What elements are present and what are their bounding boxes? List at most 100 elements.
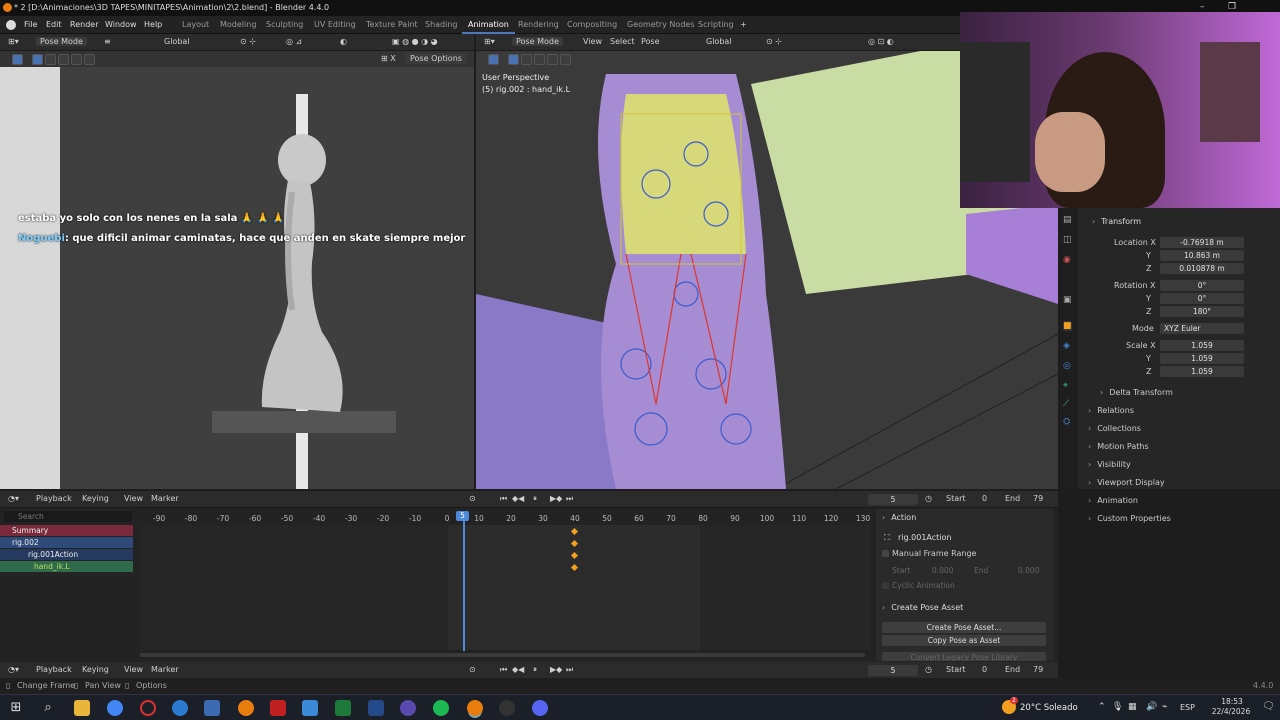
modifier-tab-icon[interactable]: ◈ xyxy=(1063,341,1070,351)
right-menu-select[interactable]: Select xyxy=(610,37,635,46)
select-extend-icon[interactable] xyxy=(45,54,56,65)
clock-icon[interactable]: ◷ xyxy=(925,494,932,503)
minimize-icon[interactable]: – xyxy=(1200,2,1205,12)
file-explorer-icon[interactable] xyxy=(74,700,90,716)
tab-scripting[interactable]: Scripting xyxy=(698,20,734,29)
scale-x-field[interactable]: 1.059 xyxy=(1160,340,1244,351)
timeline-frame-field[interactable]: 5 xyxy=(868,665,918,676)
snap-icon[interactable]: ⊙ ⊹ xyxy=(240,37,256,46)
tab-geometry-nodes[interactable]: Geometry Nodes xyxy=(627,20,694,29)
manual-range-checkbox[interactable] xyxy=(882,550,889,557)
create-pose-section-header[interactable]: Create Pose Asset xyxy=(882,603,963,612)
scale-z-field[interactable]: 1.059 xyxy=(1160,366,1244,377)
physics-tab-icon[interactable]: ◎ xyxy=(1063,361,1071,371)
tab-texture-paint[interactable]: Texture Paint xyxy=(366,20,418,29)
tab-animation[interactable]: Animation xyxy=(462,20,515,34)
pt-app-icon[interactable] xyxy=(335,700,351,716)
select-box-icon[interactable] xyxy=(32,54,43,65)
world-tab-icon[interactable]: ▣ xyxy=(1063,295,1072,305)
menu-edit[interactable]: Edit xyxy=(46,20,62,29)
weather-text[interactable]: 20°C Soleado xyxy=(1020,703,1078,713)
shading-mode-icons[interactable]: ▣ ◍ ● ◑ ◕ xyxy=(392,37,438,46)
timeline-next-key-icon[interactable]: ▶◆ xyxy=(550,665,562,674)
rotation-z-field[interactable]: 180° xyxy=(1160,306,1244,317)
right-menu-pose[interactable]: Pose xyxy=(641,37,660,46)
select-invert-icon-right[interactable] xyxy=(547,54,558,65)
rotation-x-field[interactable]: 0° xyxy=(1160,280,1244,291)
location-z-field[interactable]: 0.010878 m xyxy=(1160,263,1244,274)
relations-section[interactable]: Relations xyxy=(1088,406,1134,415)
transform-section-header[interactable]: Transform xyxy=(1092,217,1141,226)
snap-icon-right[interactable]: ⊙ ⊹ xyxy=(766,37,782,46)
scale-y-field[interactable]: 1.059 xyxy=(1160,353,1244,364)
timeline-end-value[interactable]: 79 xyxy=(1033,665,1043,674)
select-subtract-icon[interactable] xyxy=(58,54,69,65)
timeline-menu-keying[interactable]: Keying xyxy=(82,665,109,674)
transform-pivot-icon[interactable]: ⊞ X xyxy=(381,54,396,63)
network-icon[interactable]: ⌁ xyxy=(1162,702,1167,712)
timeline-jump-end-icon[interactable]: ⏭ xyxy=(566,665,573,675)
menu-render[interactable]: Render xyxy=(70,20,98,29)
gizmo-icons[interactable]: ◎ ⊡ ◐ xyxy=(868,37,894,46)
left-3d-viewport[interactable]: ⊞▾ Pose Mode ≡ Global ⊙ ⊹ ◎ ⊿ ◐ ▣ ◍ ● ◑ … xyxy=(0,34,474,489)
microphone-icon[interactable]: 🎙 xyxy=(1112,702,1123,712)
tab-layout[interactable]: Layout xyxy=(182,20,209,29)
viewport-display-section[interactable]: Viewport Display xyxy=(1088,478,1164,487)
timeline-prev-key-icon[interactable]: ◆◀ xyxy=(512,665,524,674)
add-workspace-icon[interactable]: + xyxy=(740,20,747,29)
rotation-y-field[interactable]: 0° xyxy=(1160,293,1244,304)
object-tab-icon[interactable]: ■ xyxy=(1063,321,1072,331)
right-orientation-select[interactable]: Global xyxy=(706,37,732,46)
obs-icon[interactable] xyxy=(499,700,515,716)
v-app-icon[interactable] xyxy=(368,700,384,716)
right-menu-view[interactable]: View xyxy=(583,37,602,46)
windows-start-icon[interactable]: ⊞ xyxy=(8,700,24,716)
tab-sculpting[interactable]: Sculpting xyxy=(266,20,303,29)
tool-tab-icon[interactable]: ▤ xyxy=(1063,215,1072,225)
menu-help[interactable]: Help xyxy=(144,20,162,29)
timeline-menu-marker[interactable]: Marker xyxy=(151,665,179,674)
cyclic-checkbox[interactable] xyxy=(882,582,889,589)
constraint-tab-icon[interactable]: ⛭ xyxy=(1063,417,1070,427)
bone-tab-icon[interactable]: ⟋ xyxy=(1063,399,1069,409)
left-mode-select[interactable]: Pose Mode xyxy=(36,37,87,46)
photoshop-icon[interactable] xyxy=(302,700,318,716)
copy-pose-asset-button[interactable]: Copy Pose as Asset xyxy=(882,635,1046,646)
convert-legacy-button[interactable]: Convert Legacy Pose Library xyxy=(882,652,1046,661)
action-section-header[interactable]: Action xyxy=(882,513,916,522)
timeline-record-icon[interactable]: ⊙ xyxy=(469,665,476,674)
tab-rendering[interactable]: Rendering xyxy=(518,20,559,29)
tab-modeling[interactable]: Modeling xyxy=(220,20,256,29)
collections-section[interactable]: Collections xyxy=(1088,424,1141,433)
left-orientation-select[interactable]: Global xyxy=(164,37,190,46)
keyframe-diamond[interactable] xyxy=(570,527,579,536)
select-intersect-icon-right[interactable] xyxy=(560,54,571,65)
start-value[interactable]: 0 xyxy=(982,494,987,503)
editor-type-icon-right[interactable]: ⊞▾ xyxy=(484,37,495,46)
proportional-icon[interactable]: ◎ ⊿ xyxy=(286,37,302,46)
app-icon-2[interactable] xyxy=(400,700,416,716)
horizontal-scrollbar[interactable] xyxy=(140,653,865,657)
keyframe-diamond[interactable] xyxy=(570,551,579,560)
select-extend-icon-right[interactable] xyxy=(521,54,532,65)
chrome-icon[interactable] xyxy=(107,700,123,716)
restore-icon[interactable]: ❐ xyxy=(1228,2,1236,12)
timeline-menu-playback[interactable]: Playback xyxy=(36,665,72,674)
menu-file[interactable]: File xyxy=(24,20,37,29)
blender-taskbar-icon[interactable] xyxy=(238,700,254,716)
select-tool-icon-right[interactable] xyxy=(488,54,499,65)
timeline-pause-icon[interactable]: ⏸ xyxy=(533,665,537,675)
motion-paths-section[interactable]: Motion Paths xyxy=(1088,442,1148,451)
data-tab-icon[interactable]: ⌖ xyxy=(1063,381,1068,391)
clock-time[interactable]: 18:53 xyxy=(1212,697,1252,706)
timeline-start-value[interactable]: 0 xyxy=(982,665,987,674)
timeline-menu-view[interactable]: View xyxy=(124,665,143,674)
location-y-field[interactable]: 10.863 m xyxy=(1160,250,1244,261)
opera-icon[interactable] xyxy=(140,700,156,716)
timeline-clock-icon[interactable]: ◷ xyxy=(925,665,932,674)
render-tab-icon[interactable]: ◫ xyxy=(1063,235,1072,245)
spotify-icon[interactable] xyxy=(433,700,449,716)
location-x-field[interactable]: -0.76918 m xyxy=(1160,237,1244,248)
volume-icon[interactable]: 🔊 xyxy=(1146,702,1157,712)
tray-chevron-icon[interactable]: ⌃ xyxy=(1098,702,1106,712)
